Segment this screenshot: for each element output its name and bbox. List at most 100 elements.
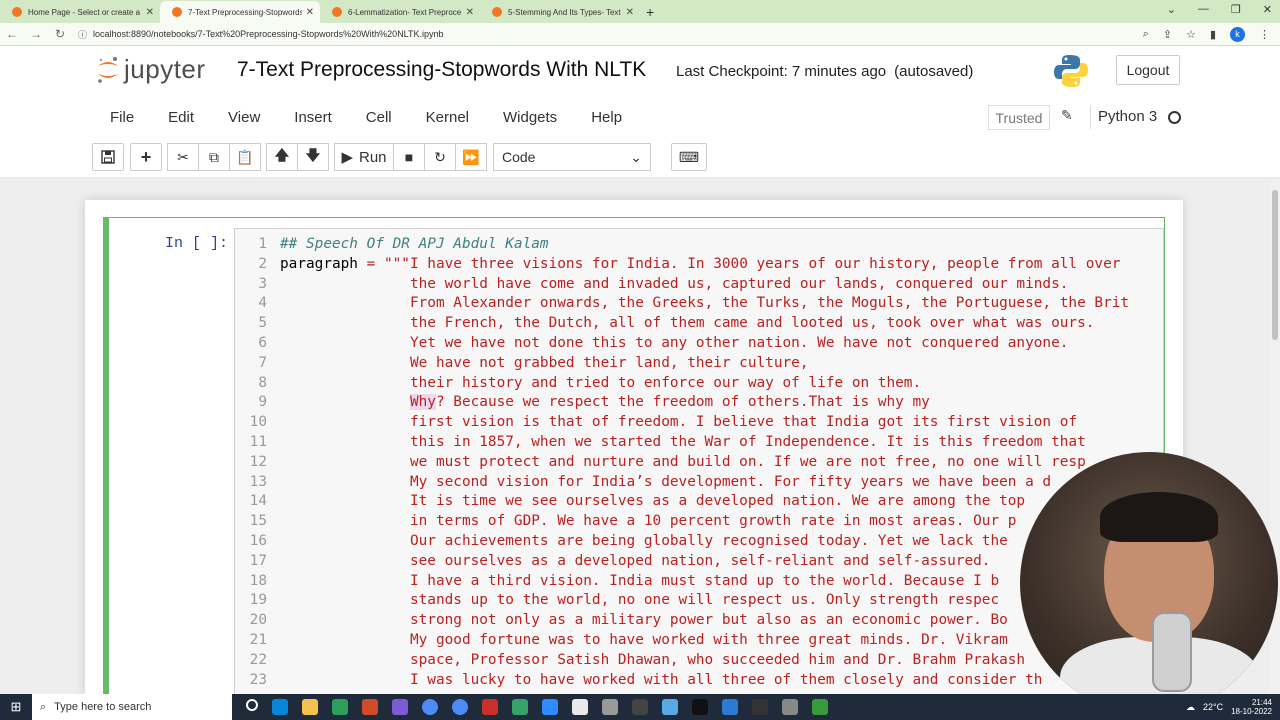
terminal-icon[interactable] — [692, 699, 708, 715]
menu-file[interactable]: File — [102, 109, 142, 126]
url-field[interactable]: ⓘ localhost:8890/notebooks/7-Text%20Prep… — [78, 28, 1143, 41]
code-line[interactable]: 9 Why? Because we respect the freedom of… — [235, 393, 1163, 413]
code-line[interactable]: 2 paragraph = """I have three visions for… — [235, 255, 1163, 275]
code-line[interactable]: 10 first vision is that of freedom. I be… — [235, 413, 1163, 433]
code-line[interactable]: 1 ## Speech Of DR APJ Abdul Kalam — [235, 235, 1163, 255]
jupyter-logo[interactable]: jupyter — [96, 54, 206, 85]
code-editor[interactable]: 1 ## Speech Of DR APJ Abdul Kalam 2 paragra… — [234, 228, 1164, 698]
maximize-icon[interactable]: ❐ — [1231, 3, 1241, 16]
restart-button[interactable]: ↻ — [424, 143, 456, 171]
browser-tab-stemming[interactable]: 5-Stemming And Its Types- Text ✕ — [480, 1, 640, 23]
code-line[interactable]: 14 It is time we see ourselves as a deve… — [235, 492, 1163, 512]
line-number: 17 — [249, 552, 267, 569]
app-icon[interactable] — [602, 699, 618, 715]
code-line[interactable]: 7 We have not grabbed their land, their … — [235, 354, 1163, 374]
app-icon[interactable] — [512, 699, 528, 715]
share-icon[interactable]: ⇪ — [1163, 28, 1172, 41]
code-line[interactable]: 3 the world have come and invaded us, ca… — [235, 275, 1163, 295]
minimize-icon[interactable]: — — [1198, 3, 1209, 16]
chrome-profile-icon[interactable] — [452, 699, 468, 715]
menu-widgets[interactable]: Widgets — [495, 109, 565, 126]
taskbar-search[interactable]: ⌕ Type here to search — [32, 694, 232, 720]
scrollbar-thumb[interactable] — [1272, 190, 1278, 340]
clock[interactable]: 21:44 18-10-2022 — [1231, 698, 1272, 716]
trusted-indicator[interactable]: Trusted — [988, 105, 1050, 130]
edge-icon[interactable] — [272, 699, 288, 715]
menu-insert[interactable]: Insert — [286, 109, 340, 126]
new-tab-button[interactable]: + — [646, 4, 654, 20]
code-line[interactable]: 4 From Alexander onwards, the Greeks, th… — [235, 294, 1163, 314]
zoom-icon[interactable] — [542, 699, 558, 715]
app-icon[interactable] — [812, 699, 828, 715]
edit-pencil-icon[interactable]: ✎ — [1061, 107, 1073, 124]
interrupt-button[interactable]: ■ — [393, 143, 425, 171]
browser-tab-lemmatization[interactable]: 6-Lemmatization- Text Preproce ✕ — [320, 1, 480, 23]
back-icon[interactable]: ← — [0, 27, 24, 41]
app-icon[interactable] — [752, 699, 768, 715]
browser-tab-home[interactable]: Home Page - Select or create a n ✕ — [0, 1, 160, 23]
chrome-icon[interactable] — [422, 699, 438, 715]
zoom-icon[interactable]: ⌕ — [1143, 28, 1149, 41]
code-line[interactable]: 12 we must protect and nurture and build… — [235, 453, 1163, 473]
cortana-icon[interactable] — [246, 699, 258, 711]
menu-help[interactable]: Help — [583, 109, 630, 126]
menu-edit[interactable]: Edit — [160, 109, 202, 126]
menu-view[interactable]: View — [220, 109, 268, 126]
windows-start-icon[interactable]: ⊞ — [0, 699, 32, 715]
insert-cell-button[interactable]: + — [130, 143, 162, 171]
clock-time: 21:44 — [1251, 698, 1272, 707]
app-icon[interactable] — [632, 699, 648, 715]
close-tab-icon[interactable]: ✕ — [626, 7, 634, 18]
weather-icon[interactable]: ☁ — [1186, 702, 1195, 713]
forward-icon[interactable]: → — [24, 27, 48, 41]
restart-run-all-button[interactable]: ⏩ — [455, 143, 487, 171]
copy-button[interactable]: ⧉ — [198, 143, 230, 171]
cell-type-select[interactable]: Code ⌄ — [493, 143, 651, 171]
menu-cell[interactable]: Cell — [358, 109, 400, 126]
paste-button[interactable]: 📋 — [229, 143, 261, 171]
powerpoint-icon[interactable] — [482, 699, 498, 715]
save-button[interactable] — [92, 143, 124, 171]
code-line[interactable]: 11 this in 1857, when we started the War… — [235, 433, 1163, 453]
vscode-icon[interactable] — [722, 699, 738, 715]
browser-tab-stopwords[interactable]: 7-Text Preprocessing-Stopwords ✕ — [160, 1, 320, 23]
teams-icon[interactable] — [392, 699, 408, 715]
notebook-title[interactable]: 7-Text Preprocessing-Stopwords With NLTK — [237, 58, 646, 82]
code-line[interactable]: 22 space, Professor Satish Dhawan, who s… — [235, 651, 1163, 671]
app-icon[interactable] — [662, 699, 678, 715]
move-up-button[interactable]: 🡅 — [266, 143, 298, 171]
tab-search-icon[interactable]: ⌄ — [1167, 3, 1176, 16]
info-icon[interactable]: ⓘ — [78, 28, 87, 41]
reload-icon[interactable]: ↻ — [48, 27, 72, 41]
settings-icon[interactable] — [572, 699, 588, 715]
move-down-button[interactable]: 🡇 — [297, 143, 329, 171]
code-line[interactable]: 8 their history and tried to enforce our… — [235, 374, 1163, 394]
kernel-name[interactable]: Python 3 — [1098, 108, 1157, 125]
cut-button[interactable]: ✂ — [167, 143, 199, 171]
bookmark-star-icon[interactable]: ☆ — [1186, 28, 1196, 41]
close-window-icon[interactable]: ✕ — [1263, 3, 1272, 16]
code-line[interactable]: 21 My good fortune was to have worked wi… — [235, 631, 1163, 651]
code-line[interactable]: 13 My second vision for India’s developm… — [235, 473, 1163, 493]
command-palette-button[interactable]: ⌨ — [671, 143, 707, 171]
sidebar-icon[interactable]: ▮ — [1210, 28, 1216, 41]
code-line[interactable]: 15 in terms of GDP. We have a 10 percent… — [235, 512, 1163, 532]
jupyter-header: jupyter 7-Text Preprocessing-Stopwords W… — [0, 46, 1280, 100]
code-line[interactable]: 23 I was lucky to have worked with all t… — [235, 671, 1163, 691]
run-button[interactable]: ▶ Run — [334, 143, 394, 171]
profile-avatar[interactable]: k — [1230, 26, 1245, 42]
cell-type-value: Code — [502, 149, 536, 165]
code-cell[interactable]: In [ ]: 1 ## Speech Of DR APJ Abdul Kalam… — [103, 217, 1165, 698]
file-explorer-icon[interactable] — [302, 699, 318, 715]
close-tab-icon[interactable]: ✕ — [306, 7, 314, 18]
excel-icon[interactable] — [332, 699, 348, 715]
close-tab-icon[interactable]: ✕ — [466, 7, 474, 18]
code-line[interactable]: 5 the French, the Dutch, all of them cam… — [235, 314, 1163, 334]
close-tab-icon[interactable]: ✕ — [146, 7, 154, 18]
menu-kernel[interactable]: Kernel — [418, 109, 477, 126]
app-icon[interactable] — [782, 699, 798, 715]
logout-button[interactable]: Logout — [1116, 55, 1180, 85]
browser-menu-icon[interactable]: ⋮ — [1259, 28, 1270, 41]
code-line[interactable]: 6 Yet we have not done this to any other… — [235, 334, 1163, 354]
mail-icon[interactable] — [362, 699, 378, 715]
